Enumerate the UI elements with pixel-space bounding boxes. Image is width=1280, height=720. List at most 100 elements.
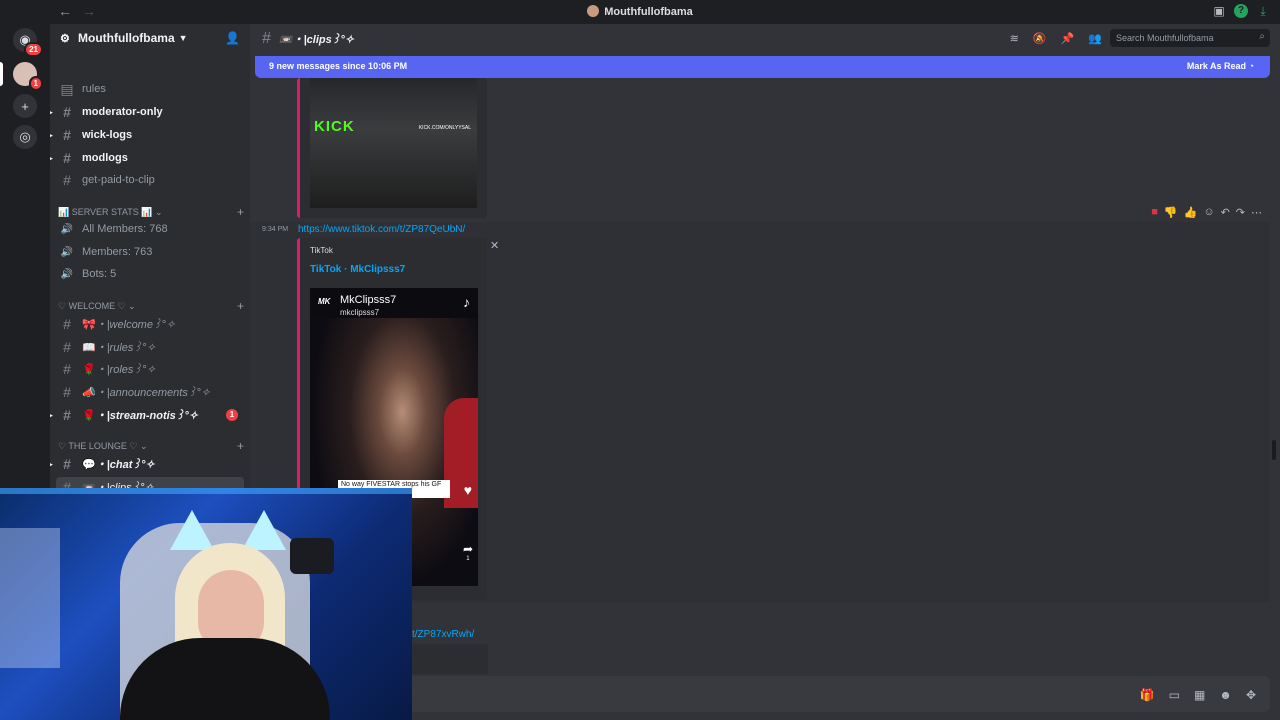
discover-button[interactable]: ◎ (13, 125, 37, 149)
voice-members[interactable]: 🔊 Members: 763 (56, 242, 244, 262)
ribbon-icon: 🎀 (82, 318, 96, 331)
gift-icon[interactable]: 🎁 (1140, 688, 1155, 702)
category-welcome[interactable]: ♡ WELCOME ♡ ⌄ + (58, 299, 244, 313)
add-channel-icon[interactable]: + (237, 439, 244, 453)
hash-icon: # (63, 316, 71, 332)
mk-logo: MK (318, 297, 331, 306)
kick-video-thumbnail[interactable]: KICK KICK.COM/ONLYYSAL (310, 78, 477, 208)
embed-title[interactable]: TikTok · MkClipsss7 (310, 264, 405, 275)
message-timestamp: 9:34 PM (262, 226, 289, 233)
channel-title: 📼・|clips꒱°✧ (278, 34, 354, 46)
server-gear-icon: ⚙ (60, 33, 70, 45)
like-heart-icon[interactable]: ♥ (464, 482, 472, 498)
channel-modlogs[interactable]: #modlogs (50, 148, 244, 168)
channel-moderator-only[interactable]: #moderator-only (50, 102, 244, 122)
search-input[interactable]: Search Mouthfullofbama ⌕ (1110, 29, 1270, 47)
tiktok-link[interactable]: https://www.tiktok.com/t/ZP87QeUbN/ (298, 224, 465, 235)
thumbs-up-icon[interactable]: 👍 (1184, 206, 1198, 219)
thumbs-down-icon[interactable]: 👎 (1164, 206, 1178, 219)
share-icon[interactable]: ➦ 1 (463, 543, 473, 564)
reaction-heart-icon[interactable]: ■ (1151, 206, 1158, 219)
category-server-stats[interactable]: 📊 SERVER STATS 📊 ⌄ + (58, 205, 244, 219)
remove-embed-icon[interactable]: ✕ (490, 239, 499, 252)
hash-icon: # (63, 127, 71, 143)
channel-stream-notis[interactable]: #🌹・|stream-notis꒱°✧1 (50, 405, 244, 425)
title-bar-icons: ▣ ? ⤓ (1212, 4, 1270, 18)
channel-welcome-rules[interactable]: # 📖 ・|rules꒱°✧ (56, 337, 244, 357)
rules-icon: ▤ (60, 80, 74, 97)
new-messages-banner[interactable]: 9 new messages since 10:06 PM Mark As Re… (255, 56, 1270, 78)
more-options-icon[interactable]: ⋯ (1251, 206, 1262, 219)
webcam-overlay (0, 488, 412, 720)
channel-rules[interactable]: ▤ rules (56, 79, 244, 99)
hash-icon: # (63, 384, 71, 400)
composer-icons: 🎁 ▭ ▦ ☻ ✥ (1140, 688, 1256, 702)
category-the-lounge[interactable]: ♡ THE LOUNGE ♡ ⌄ + (58, 439, 244, 453)
speech-bubble-icon: 💬 (82, 458, 96, 471)
voice-all-members[interactable]: 🔊 All Members: 768 (56, 219, 244, 239)
sticker-icon[interactable]: ▦ (1194, 688, 1205, 702)
mark-as-read-button[interactable]: Mark As Read ◔ (1187, 61, 1254, 71)
server-icon-mouthfullofbama[interactable]: 1 (0, 62, 43, 91)
threads-icon[interactable]: ≋ (1010, 32, 1019, 45)
invite-icon[interactable]: 👤 (225, 31, 240, 45)
emoji-icon[interactable]: ☻ (1219, 688, 1232, 702)
handbag (290, 538, 334, 574)
window-title: Mouthfullofbama (0, 5, 1280, 18)
kick-embed: KICK KICK.COM/ONLYYSAL (297, 78, 487, 218)
help-icon[interactable]: ? (1234, 4, 1248, 18)
add-reaction-icon[interactable]: ☺ (1203, 206, 1214, 219)
reply-icon[interactable]: ↶ (1221, 206, 1230, 219)
download-icon[interactable]: ⤓ (1256, 4, 1270, 18)
mark-read-icon: ◔ (1248, 61, 1254, 71)
video-username: MkClipsss7 (340, 294, 397, 306)
gif-icon[interactable]: ▭ (1169, 688, 1180, 702)
notification-bell-muted-icon[interactable]: 🔕 (1033, 32, 1047, 45)
add-server-button[interactable]: + (13, 94, 37, 118)
mention-badge: 1 (226, 409, 238, 421)
inbox-icon[interactable]: ▣ (1212, 4, 1226, 18)
channel-get-paid-to-clip[interactable]: # get-paid-to-clip (56, 170, 244, 190)
chevron-down-icon: ▼ (178, 33, 188, 43)
hash-icon: # (63, 104, 71, 120)
rose-icon: 🌹 (82, 363, 96, 376)
speaker-icon: 🔊 (60, 223, 74, 235)
home-button[interactable]: ◉ 21 (13, 28, 43, 57)
server-name: Mouthfullofbama (78, 31, 175, 45)
apps-icon[interactable]: ✥ (1246, 688, 1256, 702)
channel-chat[interactable]: #💬・|chat꒱°✧ (50, 454, 244, 474)
kick-url: KICK.COM/ONLYYSAL (418, 125, 471, 131)
server-badge: 1 (28, 76, 43, 91)
search-icon: ⌕ (1259, 31, 1265, 42)
tiktok-logo-icon: ♪ (463, 294, 470, 310)
megaphone-icon: 📣 (82, 386, 96, 399)
add-channel-icon[interactable]: + (237, 299, 244, 313)
rose-icon: 🌹 (82, 409, 96, 422)
second-embed (412, 644, 488, 674)
server-header[interactable]: ⚙ Mouthfullofbama ▼ 👤 (50, 24, 250, 52)
hash-icon: # (63, 339, 71, 355)
voice-bots[interactable]: 🔊 Bots: 5 (56, 264, 244, 284)
forward-icon[interactable]: ↷ (1236, 206, 1245, 219)
second-tiktok-link[interactable]: t/ZP87xvRwh/ (412, 629, 474, 640)
embed-provider: TikTok (310, 246, 333, 255)
channel-roles[interactable]: # 🌹 ・|roles꒱°✧ (56, 359, 244, 379)
speaker-icon: 🔊 (60, 246, 74, 258)
member-list-icon[interactable]: 👥 (1088, 32, 1102, 45)
compass-icon: ◎ (19, 129, 31, 144)
shelf (0, 528, 60, 668)
scrollbar[interactable] (1272, 440, 1276, 460)
cat-ear-right (242, 510, 286, 550)
hash-icon: # (262, 30, 271, 47)
chevron-down-icon: ⌄ (140, 440, 148, 451)
video-handle: mkclipsss7 (340, 308, 380, 317)
channel-welcome[interactable]: # 🎀 ・|welcome꒱°✧ (56, 314, 244, 334)
speaker-icon: 🔊 (60, 268, 74, 280)
led-strip (0, 488, 412, 494)
pin-icon[interactable]: 📌 (1061, 32, 1075, 45)
plus-icon: + (21, 98, 29, 114)
add-channel-icon[interactable]: + (237, 205, 244, 219)
share-count: 1 (466, 556, 470, 562)
channel-announcements[interactable]: # 📣 ・|announcements꒱°✧ (56, 382, 244, 402)
channel-wick-logs[interactable]: #wick-logs (50, 125, 244, 145)
